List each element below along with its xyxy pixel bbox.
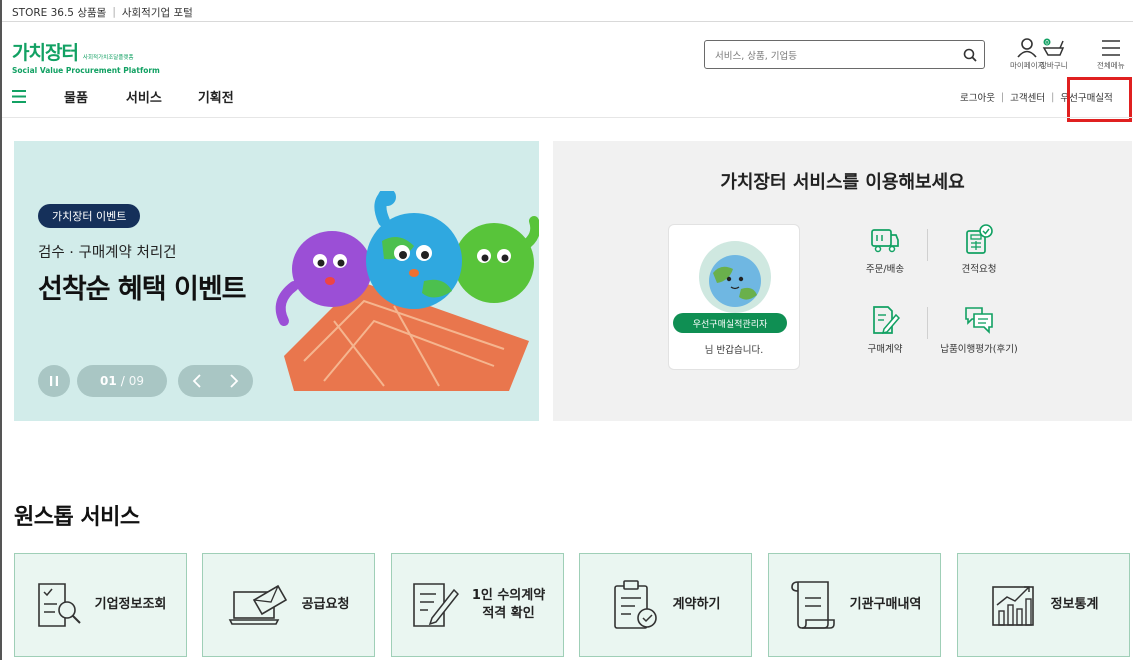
hamburger-icon [1101, 40, 1120, 56]
quote-request-label: 견적요청 [961, 264, 997, 275]
top-links-bar: STORE 36.5 상품몰 | 사회적기업 포털 [12, 4, 193, 20]
chevron-right-icon[interactable] [228, 374, 240, 388]
svg-text:0: 0 [1045, 40, 1049, 47]
event-badge: 가치장터 이벤트 [38, 204, 141, 228]
quote-request-shortcut[interactable]: 견적요청 [934, 223, 1024, 275]
calculator-check-icon [966, 224, 993, 254]
shortcut-divider [927, 307, 928, 339]
nav-goods[interactable]: 물품 [64, 87, 88, 106]
document-pen-icon [413, 583, 459, 627]
cart-button[interactable]: 0 장바구니 [1040, 38, 1068, 71]
order-delivery-shortcut[interactable]: 주문/배송 [840, 227, 930, 275]
logo-english: Social Value Procurement Platform [12, 66, 160, 75]
mascot-illustration [275, 191, 539, 391]
statistics-card[interactable]: 정보통계 [957, 553, 1130, 657]
bar-chart-icon [991, 586, 1034, 626]
company-info-label: 기업정보조회 [94, 597, 167, 612]
nav-services[interactable]: 서비스 [126, 87, 162, 106]
chevron-left-icon[interactable] [191, 374, 203, 388]
avatar [699, 241, 771, 313]
highlight-annotation [1067, 77, 1132, 122]
cart-label: 장바구니 [1040, 61, 1068, 70]
all-menu-button[interactable]: 전체메뉴 [1097, 38, 1125, 71]
site-logo[interactable]: 가치장터 사회적가치조달플랫폼 Social Value Procurement… [12, 38, 160, 75]
top-separator: | [112, 6, 116, 18]
top-divider [2, 21, 1133, 22]
hamburger-icon[interactable] [12, 89, 26, 103]
search-icon [963, 48, 977, 62]
banner-total-slides: 09 [128, 374, 145, 388]
single-contract-check-card[interactable]: 1인 수의계약 적격 확인 [391, 553, 564, 657]
company-info-card[interactable]: 기업정보조회 [14, 553, 187, 657]
banner-counter: 01 / 09 [77, 365, 167, 397]
member-separator: | [1000, 91, 1005, 103]
delivery-truck-icon [871, 229, 899, 253]
window-left-border [0, 0, 2, 660]
supply-request-label: 공급요청 [301, 597, 350, 612]
earth-mascot-icon [709, 255, 761, 307]
all-menu-label: 전체메뉴 [1097, 61, 1125, 70]
pause-icon [50, 376, 58, 386]
delivery-review-shortcut[interactable]: 납품이행평가(후기) [934, 305, 1024, 355]
social-enterprise-portal-link[interactable]: 사회적기업 포털 [122, 5, 193, 20]
nav-exhibitions[interactable]: 기획전 [198, 87, 234, 106]
banner-subtitle: 검수 · 구매계약 처리건 [38, 245, 177, 261]
onestop-section-title: 원스톱 서비스 [14, 505, 140, 530]
statistics-label: 정보통계 [1050, 597, 1099, 612]
single-contract-check-label: 1인 수의계약 적격 확인 [471, 588, 546, 621]
user-icon [1017, 38, 1037, 58]
greeting-text: 님 반갑습니다. [704, 345, 764, 356]
shortcut-divider [927, 229, 928, 261]
store-link[interactable]: STORE 36.5 상품몰 [12, 5, 106, 20]
purchase-contract-shortcut[interactable]: 구매계약 [840, 305, 930, 355]
logo-subtitle: 사회적가치조달플랫폼 [82, 55, 134, 61]
scroll-document-icon [790, 581, 835, 629]
logo-title: 가치장터 [12, 42, 79, 64]
search-button[interactable] [956, 41, 984, 68]
search-box: 서비스, 상품, 기업등 [704, 40, 985, 69]
delivery-review-label: 납품이행평가(후기) [940, 344, 1018, 355]
nav-divider [2, 117, 1133, 118]
event-banner[interactable]: 가치장터 이벤트 검수 · 구매계약 처리건 선착순 혜택 이벤트 01 / 0… [14, 141, 539, 421]
member-separator: | [1051, 91, 1055, 103]
make-contract-card[interactable]: 계약하기 [579, 553, 752, 657]
banner-counter-slash: / [120, 374, 125, 388]
main-navigation: 물품 서비스 기획전 [12, 86, 234, 106]
laptop-mail-icon [228, 584, 287, 625]
profile-card: 우선구매실적관리자 님 반갑습니다. [668, 224, 800, 370]
banner-arrows [178, 365, 253, 397]
role-badge: 우선구매실적관리자 [673, 313, 787, 333]
customer-center-link[interactable]: 고객센터 [1010, 90, 1045, 104]
logout-link[interactable]: 로그아웃 [960, 90, 995, 104]
supply-request-card[interactable]: 공급요청 [202, 553, 375, 657]
make-contract-label: 계약하기 [672, 597, 721, 612]
cart-icon: 0 [1042, 38, 1064, 56]
banner-title: 선착순 혜택 이벤트 [38, 274, 247, 305]
banner-pause-button[interactable] [38, 365, 70, 397]
clipboard-check-icon [613, 580, 657, 629]
purchase-contract-label: 구매계약 [867, 344, 903, 355]
service-panel-title: 가치장터 서비스를 이용해보세요 [720, 172, 965, 193]
order-delivery-label: 주문/배송 [865, 264, 905, 275]
agency-purchase-history-label: 기관구매내역 [849, 597, 922, 612]
review-chat-icon [965, 307, 993, 334]
banner-current-slide: 01 [99, 374, 117, 388]
document-search-icon [37, 583, 81, 627]
agency-purchase-history-card[interactable]: 기관구매내역 [768, 553, 941, 657]
search-input[interactable]: 서비스, 상품, 기업등 [705, 48, 956, 62]
document-edit-icon [873, 306, 900, 335]
service-panel: 가치장터 서비스를 이용해보세요 우선구매실적관리자 님 반갑습니다. 주문/배… [553, 141, 1132, 421]
